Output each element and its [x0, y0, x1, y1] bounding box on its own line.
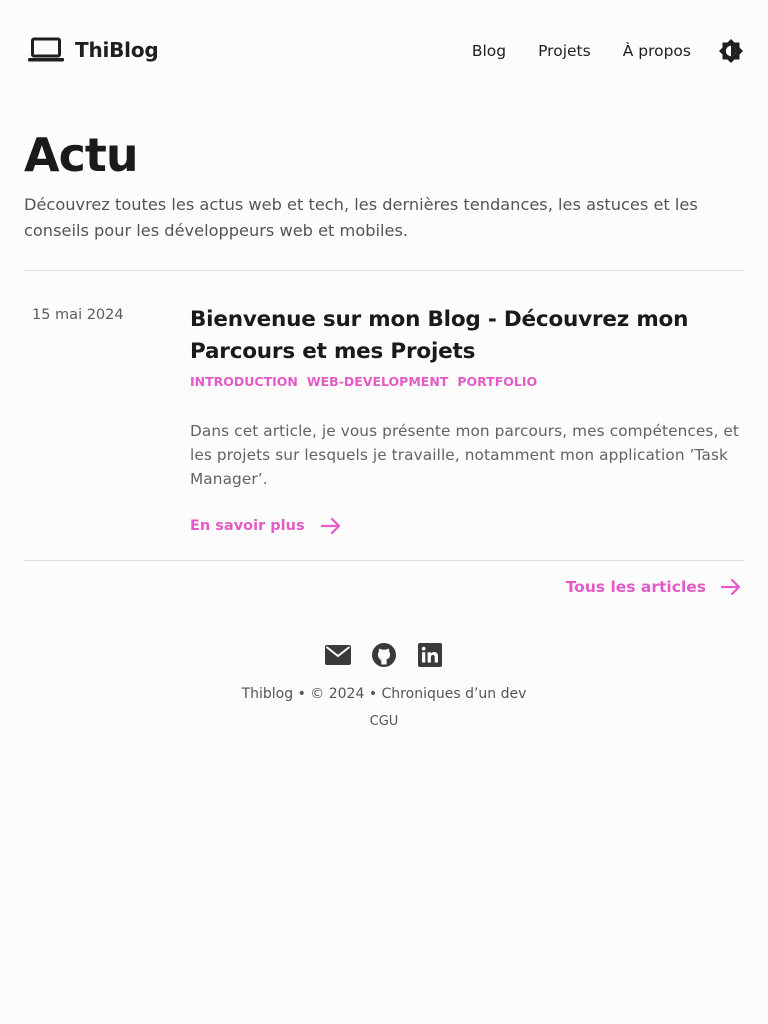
page-description: Découvrez toutes les actus web et tech, … [24, 195, 698, 240]
divider [24, 560, 744, 561]
divider [24, 270, 744, 271]
brand-name: ThiBlog [75, 38, 159, 62]
nav-item-projets[interactable]: Projets [538, 42, 591, 60]
read-more-label: En savoir plus [190, 518, 305, 534]
all-articles-link[interactable]: Tous les articles [566, 576, 742, 598]
page-title: Actu [24, 128, 139, 182]
tag-introduction[interactable]: INTRODUCTION [190, 374, 298, 389]
linkedin-icon[interactable] [417, 642, 443, 668]
github-icon[interactable] [371, 642, 397, 668]
brand-link[interactable]: ThiBlog [28, 36, 159, 64]
nav-item-a-propos[interactable]: À propos [623, 42, 691, 60]
social-links [0, 642, 768, 668]
arrow-right-icon [720, 576, 742, 598]
cgu-link[interactable]: CGU [370, 714, 399, 729]
all-articles-label: Tous les articles [565, 578, 706, 596]
footer-credit: Thiblog • © 2024 • Chroniques d’un dev [241, 686, 527, 702]
article-excerpt: Dans cet article, je vous présente mon p… [190, 422, 740, 488]
article-date: 15 mai 2024 [32, 307, 124, 323]
page-hero: Actu Découvrez toutes les actus web et t… [24, 126, 744, 244]
article-title[interactable]: Bienvenue sur mon Blog - Découvrez mon P… [190, 304, 746, 368]
main-nav: Blog Projets À propos [472, 36, 744, 66]
article-tags: INTRODUCTION WEB-DEVELOPMENT PORTFOLIO [190, 374, 746, 389]
site-header: ThiBlog Blog Projets À propos [0, 0, 768, 100]
tag-web-development[interactable]: WEB-DEVELOPMENT [307, 374, 448, 389]
mail-icon[interactable] [325, 642, 351, 668]
arrow-right-icon [320, 516, 342, 536]
site-footer: Thiblog • © 2024 • Chroniques d’un dev C… [0, 642, 768, 729]
tag-portfolio[interactable]: PORTFOLIO [457, 374, 537, 389]
laptop-icon [28, 36, 64, 64]
read-more-link[interactable]: En savoir plus [190, 516, 342, 536]
theme-toggle-icon[interactable] [718, 38, 744, 64]
article-content: Bienvenue sur mon Blog - Découvrez mon P… [190, 304, 746, 536]
nav-item-blog[interactable]: Blog [472, 42, 506, 60]
